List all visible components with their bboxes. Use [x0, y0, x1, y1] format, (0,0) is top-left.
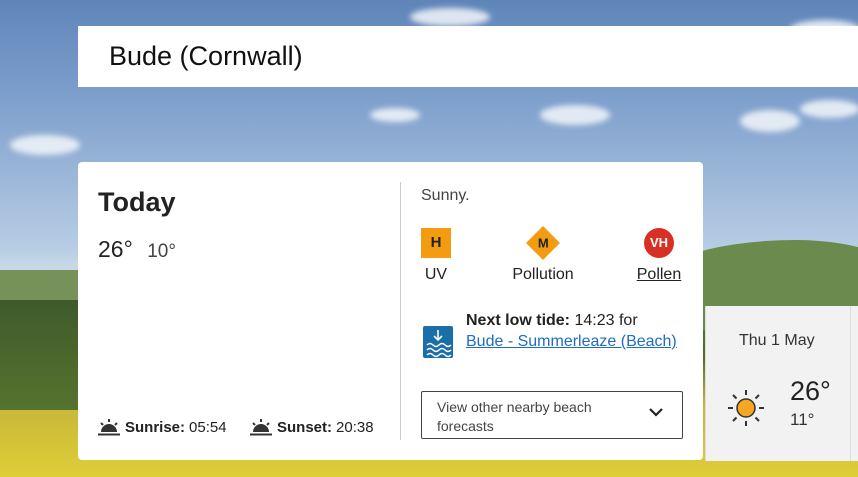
forecast-day-card[interactable]: Thu 1 May 26° 11°: [705, 306, 858, 461]
sunset-time: 20:38: [336, 418, 374, 436]
tide-label: Next low tide:: [466, 312, 571, 329]
nearby-beaches-dropdown[interactable]: View other nearby beach forecasts: [421, 391, 683, 439]
sunrise-label: Sunrise:: [125, 418, 186, 436]
nearby-beaches-label: View other nearby beach forecasts: [437, 399, 592, 434]
sunrise-info: Sunrise: 05:54: [98, 418, 227, 436]
sunset-info: Sunset: 20:38: [250, 418, 374, 436]
pollen-link[interactable]: Pollen: [614, 266, 704, 284]
today-low-temp: 10°: [147, 241, 176, 262]
location-title: Bude (Cornwall): [109, 41, 303, 71]
today-temperatures: 26° 10°: [98, 236, 176, 263]
sunrise-icon: [98, 419, 120, 436]
tide-location-link[interactable]: Bude - Summerleaze (Beach): [466, 333, 677, 350]
next-forecast-day-card[interactable]: [850, 306, 858, 461]
chevron-down-icon: [649, 408, 663, 417]
sun-icon: [728, 390, 764, 426]
forecast-low-temp: 11°: [790, 410, 815, 429]
uv-indicator: H UV: [391, 228, 481, 284]
tide-suffix: for: [618, 312, 638, 329]
weather-summary: Sunny.: [421, 187, 470, 204]
location-header: Bude (Cornwall): [78, 26, 858, 87]
forecast-day-label: Thu 1 May: [739, 332, 815, 349]
today-high-temp: 26°: [98, 236, 133, 262]
today-card: Today 26° 10° Sunrise: 05:54 Sunset: 20:…: [78, 162, 703, 460]
sunrise-time: 05:54: [189, 418, 227, 436]
pollution-label: Pollution: [512, 266, 574, 283]
sunset-icon: [250, 419, 272, 436]
uv-badge: H: [421, 228, 451, 258]
pollen-badge: VH: [644, 228, 674, 258]
tide-icon: [423, 326, 453, 358]
pollution-indicator: M Pollution: [498, 226, 588, 284]
today-title: Today: [98, 187, 176, 217]
pollution-badge: M: [526, 226, 560, 260]
pollen-indicator[interactable]: VH Pollen: [614, 228, 704, 284]
uv-label: UV: [424, 266, 448, 283]
sunset-label: Sunset:: [277, 418, 333, 436]
forecast-high-temp: 26°: [790, 376, 831, 406]
tide-time: 14:23: [574, 312, 615, 329]
card-divider: [400, 182, 401, 440]
